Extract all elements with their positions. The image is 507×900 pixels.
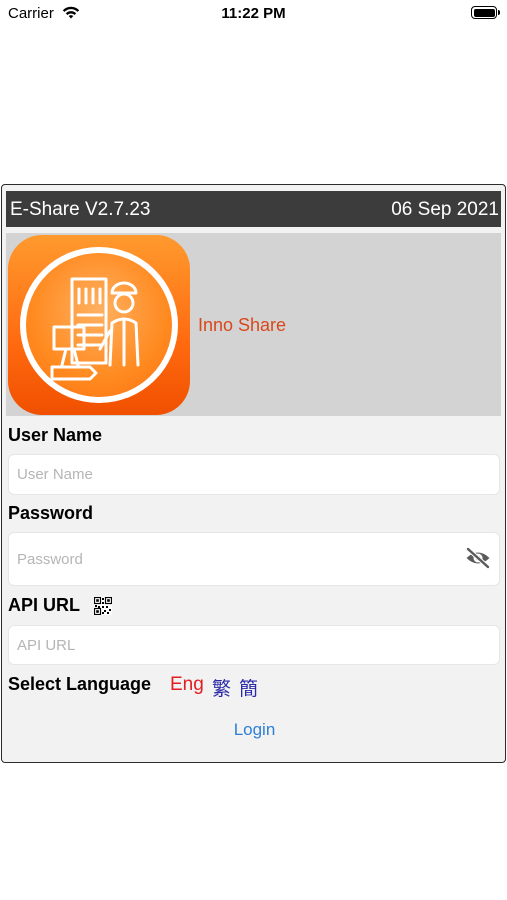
battery-icon [471, 6, 500, 19]
password-label: Password [8, 503, 94, 523]
qr-code-icon[interactable] [94, 597, 112, 615]
language-option-eng[interactable]: Eng [170, 674, 204, 696]
username-label: User Name [8, 425, 103, 445]
engineer-building-icon [50, 277, 140, 381]
app-version: E-Share V2.7.23 [10, 199, 151, 220]
brand-banner: Inno Share [6, 233, 501, 416]
brand-name: Inno Share [198, 315, 287, 335]
password-input[interactable] [8, 532, 500, 586]
login-panel: E-Share V2.7.23 06 Sep 2021 Inno Share U… [1, 184, 506, 763]
status-bar: Carrier 11:22 PM [0, 0, 507, 28]
app-logo [8, 235, 190, 415]
language-label: Select Language [8, 674, 152, 694]
api-url-input[interactable] [8, 625, 500, 665]
username-input[interactable] [8, 454, 500, 495]
login-button[interactable]: Login [2, 720, 505, 740]
header-date: 06 Sep 2021 [391, 199, 499, 220]
clock: 11:22 PM [221, 5, 286, 22]
api-url-label: API URL [8, 595, 80, 615]
language-option-simplified[interactable]: 簡 [239, 674, 258, 701]
eye-off-icon[interactable] [465, 547, 491, 569]
language-option-traditional[interactable]: 繁 [212, 674, 231, 701]
header-bar: E-Share V2.7.23 06 Sep 2021 [6, 191, 501, 227]
